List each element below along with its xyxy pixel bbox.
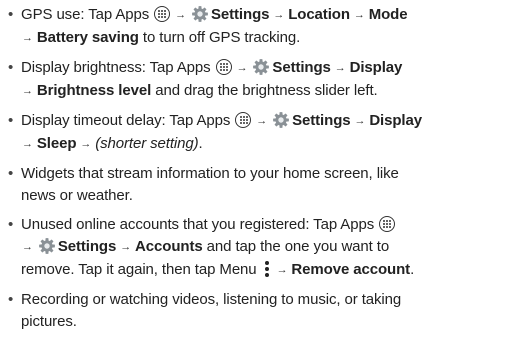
tip-item: • GPS use: Tap Apps → Settings → Location… (8, 4, 499, 50)
menu-path-label: Settings (57, 238, 117, 255)
tip-text: Display brightness: Tap Apps (21, 59, 215, 76)
tip-text: and tap the one you want to (202, 238, 390, 255)
arrow-icon: → (117, 241, 135, 253)
bullet-marker: • (8, 216, 14, 233)
tip-text: remove. Tap it again, then tap Menu (21, 261, 261, 278)
apps-icon (215, 59, 232, 75)
arrow-icon: → (270, 9, 288, 21)
settings-gear-icon (273, 112, 289, 128)
menu-path-label: Remove account (291, 261, 411, 278)
tip-item: • Recording or watching videos, listening… (8, 289, 499, 333)
arrow-icon: → (22, 138, 36, 150)
settings-gear-icon (253, 59, 270, 75)
tip-text: Unused online accounts that you register… (21, 216, 379, 233)
tip-text: Display timeout delay: Tap Apps (21, 112, 235, 129)
arrow-icon: → (22, 32, 36, 44)
arrow-icon: → (22, 85, 36, 97)
tip-item: • Widgets that stream information to your… (8, 163, 499, 207)
tip-text: GPS use: Tap Apps (21, 6, 154, 23)
bullet-marker: • (8, 6, 14, 23)
tip-text: news or weather. (21, 187, 133, 204)
tip-item: • Display timeout delay: Tap Apps → Setti… (8, 110, 499, 156)
tip-text: Widgets that stream information to your … (21, 165, 399, 182)
settings-gear-icon (192, 6, 208, 22)
apps-icon (379, 216, 396, 232)
arrow-icon: → (22, 241, 36, 253)
menu-path-label: Sleep (36, 135, 77, 152)
menu-path-label: Settings (292, 112, 351, 129)
menu-path-label: Brightness level (36, 82, 152, 99)
menu-dots-icon (264, 260, 270, 278)
menu-path-label: Location (288, 6, 350, 23)
arrow-icon: → (331, 62, 349, 74)
arrow-icon: → (233, 62, 251, 74)
menu-path-label: Accounts (135, 238, 203, 255)
arrow-icon: → (172, 9, 189, 21)
apps-icon (154, 6, 171, 22)
settings-gear-icon (38, 238, 55, 254)
bullet-marker: • (8, 165, 14, 182)
menu-path-label: Display (349, 59, 403, 76)
arrow-icon: → (273, 264, 291, 276)
menu-path-label: Mode (368, 6, 408, 23)
apps-icon (235, 112, 252, 128)
tip-item: • Unused online accounts that you registe… (8, 214, 499, 282)
bullet-marker: • (8, 112, 14, 129)
menu-path-label: Display (369, 112, 422, 129)
bullet-marker: • (8, 59, 14, 76)
battery-tips-page: • GPS use: Tap Apps → Settings → Location… (0, 0, 505, 355)
arrow-icon: → (350, 9, 368, 21)
tip-text: . (198, 135, 203, 152)
tip-text: to turn off GPS tracking. (138, 29, 301, 46)
tip-text: pictures. (21, 313, 77, 330)
tip-text: . (410, 261, 415, 278)
tip-item: • Display brightness: Tap Apps → Settings… (8, 57, 499, 103)
arrow-icon: → (351, 115, 369, 127)
bullet-marker: • (8, 291, 14, 308)
menu-path-label: Battery saving (36, 29, 139, 46)
tip-text: and drag the brightness slider left. (151, 82, 378, 99)
menu-path-label: Settings (272, 59, 331, 76)
tips-list: • GPS use: Tap Apps → Settings → Location… (8, 4, 499, 333)
setting-note: (shorter setting) (95, 135, 199, 152)
arrow-icon: → (253, 115, 271, 127)
menu-path-label: Settings (211, 6, 270, 23)
arrow-icon: → (77, 138, 95, 150)
tip-text: Recording or watching videos, listening … (21, 291, 402, 308)
